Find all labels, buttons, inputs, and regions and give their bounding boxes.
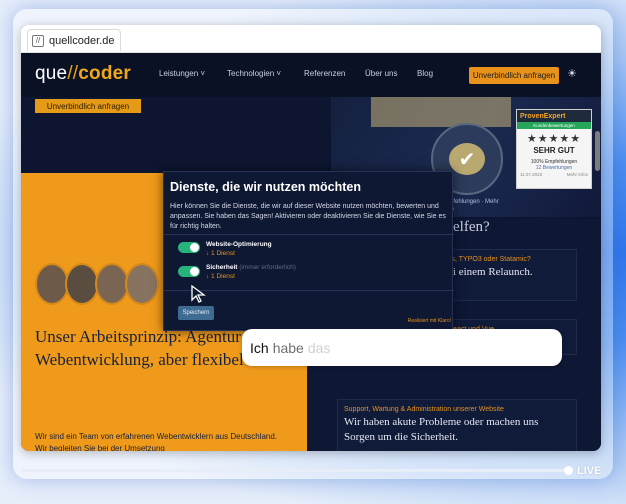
- nav-item-technologien[interactable]: Technologien ˅: [227, 69, 281, 78]
- service-count[interactable]: ↓ 1 Dienst: [206, 273, 235, 280]
- hero-cta-button[interactable]: Unverbindlich anfragen: [35, 99, 141, 113]
- rating-widget[interactable]: ProvenExpert Kundenbewertungen ★★★★★ SEH…: [516, 109, 592, 189]
- page-scrollbar[interactable]: [595, 131, 600, 171]
- live-indicator: LIVE: [577, 465, 602, 477]
- avatar: [125, 263, 159, 305]
- service-count[interactable]: ↓ 1 Dienst: [206, 250, 235, 257]
- klaro-link[interactable]: Realisiert mit Klaro!: [406, 318, 451, 324]
- site-navbar: que//coder Leistungen ˅ Technologien ˅ R…: [21, 53, 601, 97]
- service-card[interactable]: Support, Wartung & Administration unsere…: [337, 399, 577, 451]
- browser-window: // quellcoder.de que//coder Leistungen ˅…: [21, 25, 601, 451]
- rating-footer: 11.07.2023 Mehr Infos: [517, 172, 591, 177]
- tab-url: quellcoder.de: [49, 34, 115, 47]
- hero-photo: [371, 97, 511, 127]
- cta-button[interactable]: Unverbindlich anfragen: [469, 67, 559, 84]
- rating-brand: ProvenExpert: [517, 110, 591, 122]
- browser-tab[interactable]: // quellcoder.de: [27, 29, 122, 51]
- nav-item-referenzen[interactable]: Referenzen: [304, 69, 345, 78]
- video-progress-bar[interactable]: [21, 469, 569, 472]
- hero-body: Wir sind ein Team von erfahrenen Webentw…: [35, 432, 278, 451]
- avatar: [95, 263, 129, 305]
- browser-tab-bar: // quellcoder.de: [21, 25, 601, 53]
- caption-word: das: [307, 339, 331, 356]
- team-avatars: [35, 263, 159, 305]
- nav-item-blog[interactable]: Blog: [417, 69, 433, 78]
- rating-subtitle: Kundenbewertungen: [517, 122, 591, 129]
- rating-more-link[interactable]: Mehr Infos: [567, 172, 588, 177]
- chevron-down-icon: ˅: [200, 69, 206, 78]
- check-icon: ✔: [449, 143, 485, 175]
- chevron-down-icon: ˅: [276, 69, 282, 78]
- logo-part1: que: [35, 63, 68, 84]
- nav-item-leistungen[interactable]: Leistungen ˅: [159, 69, 205, 78]
- service-name: Sicherheit (immer erforderlich): [206, 264, 296, 271]
- avatar: [65, 263, 99, 305]
- card-kicker: Support, Wartung & Administration unsere…: [344, 406, 504, 413]
- consent-description: Hier können Sie die Dienste, die wir auf…: [170, 203, 446, 230]
- consent-modal: Dienste, die wir nutzen möchten Hier kön…: [163, 171, 454, 331]
- website-viewport: que//coder Leistungen ˅ Technologien ˅ R…: [21, 53, 601, 451]
- page-icon: //: [32, 34, 44, 47]
- service-note: (immer erforderlich): [239, 264, 296, 271]
- progress-knob[interactable]: [564, 466, 573, 475]
- sun-icon[interactable]: ☀: [567, 67, 577, 80]
- caption-word: Ich: [250, 339, 269, 356]
- save-button[interactable]: Speichern: [178, 306, 214, 320]
- rating-date: 11.07.2023: [520, 172, 543, 177]
- services-heading: elfen?: [453, 219, 490, 235]
- logo-part2: coder: [78, 63, 132, 84]
- toggle-website-optimierung[interactable]: [178, 242, 200, 253]
- star-rating-icon: ★★★★★: [526, 133, 582, 145]
- site-logo[interactable]: que//coder: [35, 63, 131, 85]
- caption-word: habe: [272, 339, 304, 356]
- service-name: Website-Optimierung: [206, 241, 272, 248]
- card-title: Wir haben akute Probleme oder machen uns…: [344, 416, 539, 443]
- toggle-sicherheit[interactable]: [178, 266, 200, 277]
- nav-item-ueber-uns[interactable]: Über uns: [365, 69, 397, 78]
- rating-grade: SEHR GUT: [533, 146, 575, 155]
- divider: [164, 234, 454, 235]
- mouse-pointer-icon: [191, 284, 206, 303]
- live-caption: Ich habe das: [242, 329, 562, 366]
- rating-count[interactable]: 12 Bewertungen: [517, 165, 591, 171]
- avatar: [35, 263, 69, 305]
- consent-title: Dienste, die wir nutzen möchten: [170, 180, 361, 194]
- logo-slash: //: [67, 63, 79, 84]
